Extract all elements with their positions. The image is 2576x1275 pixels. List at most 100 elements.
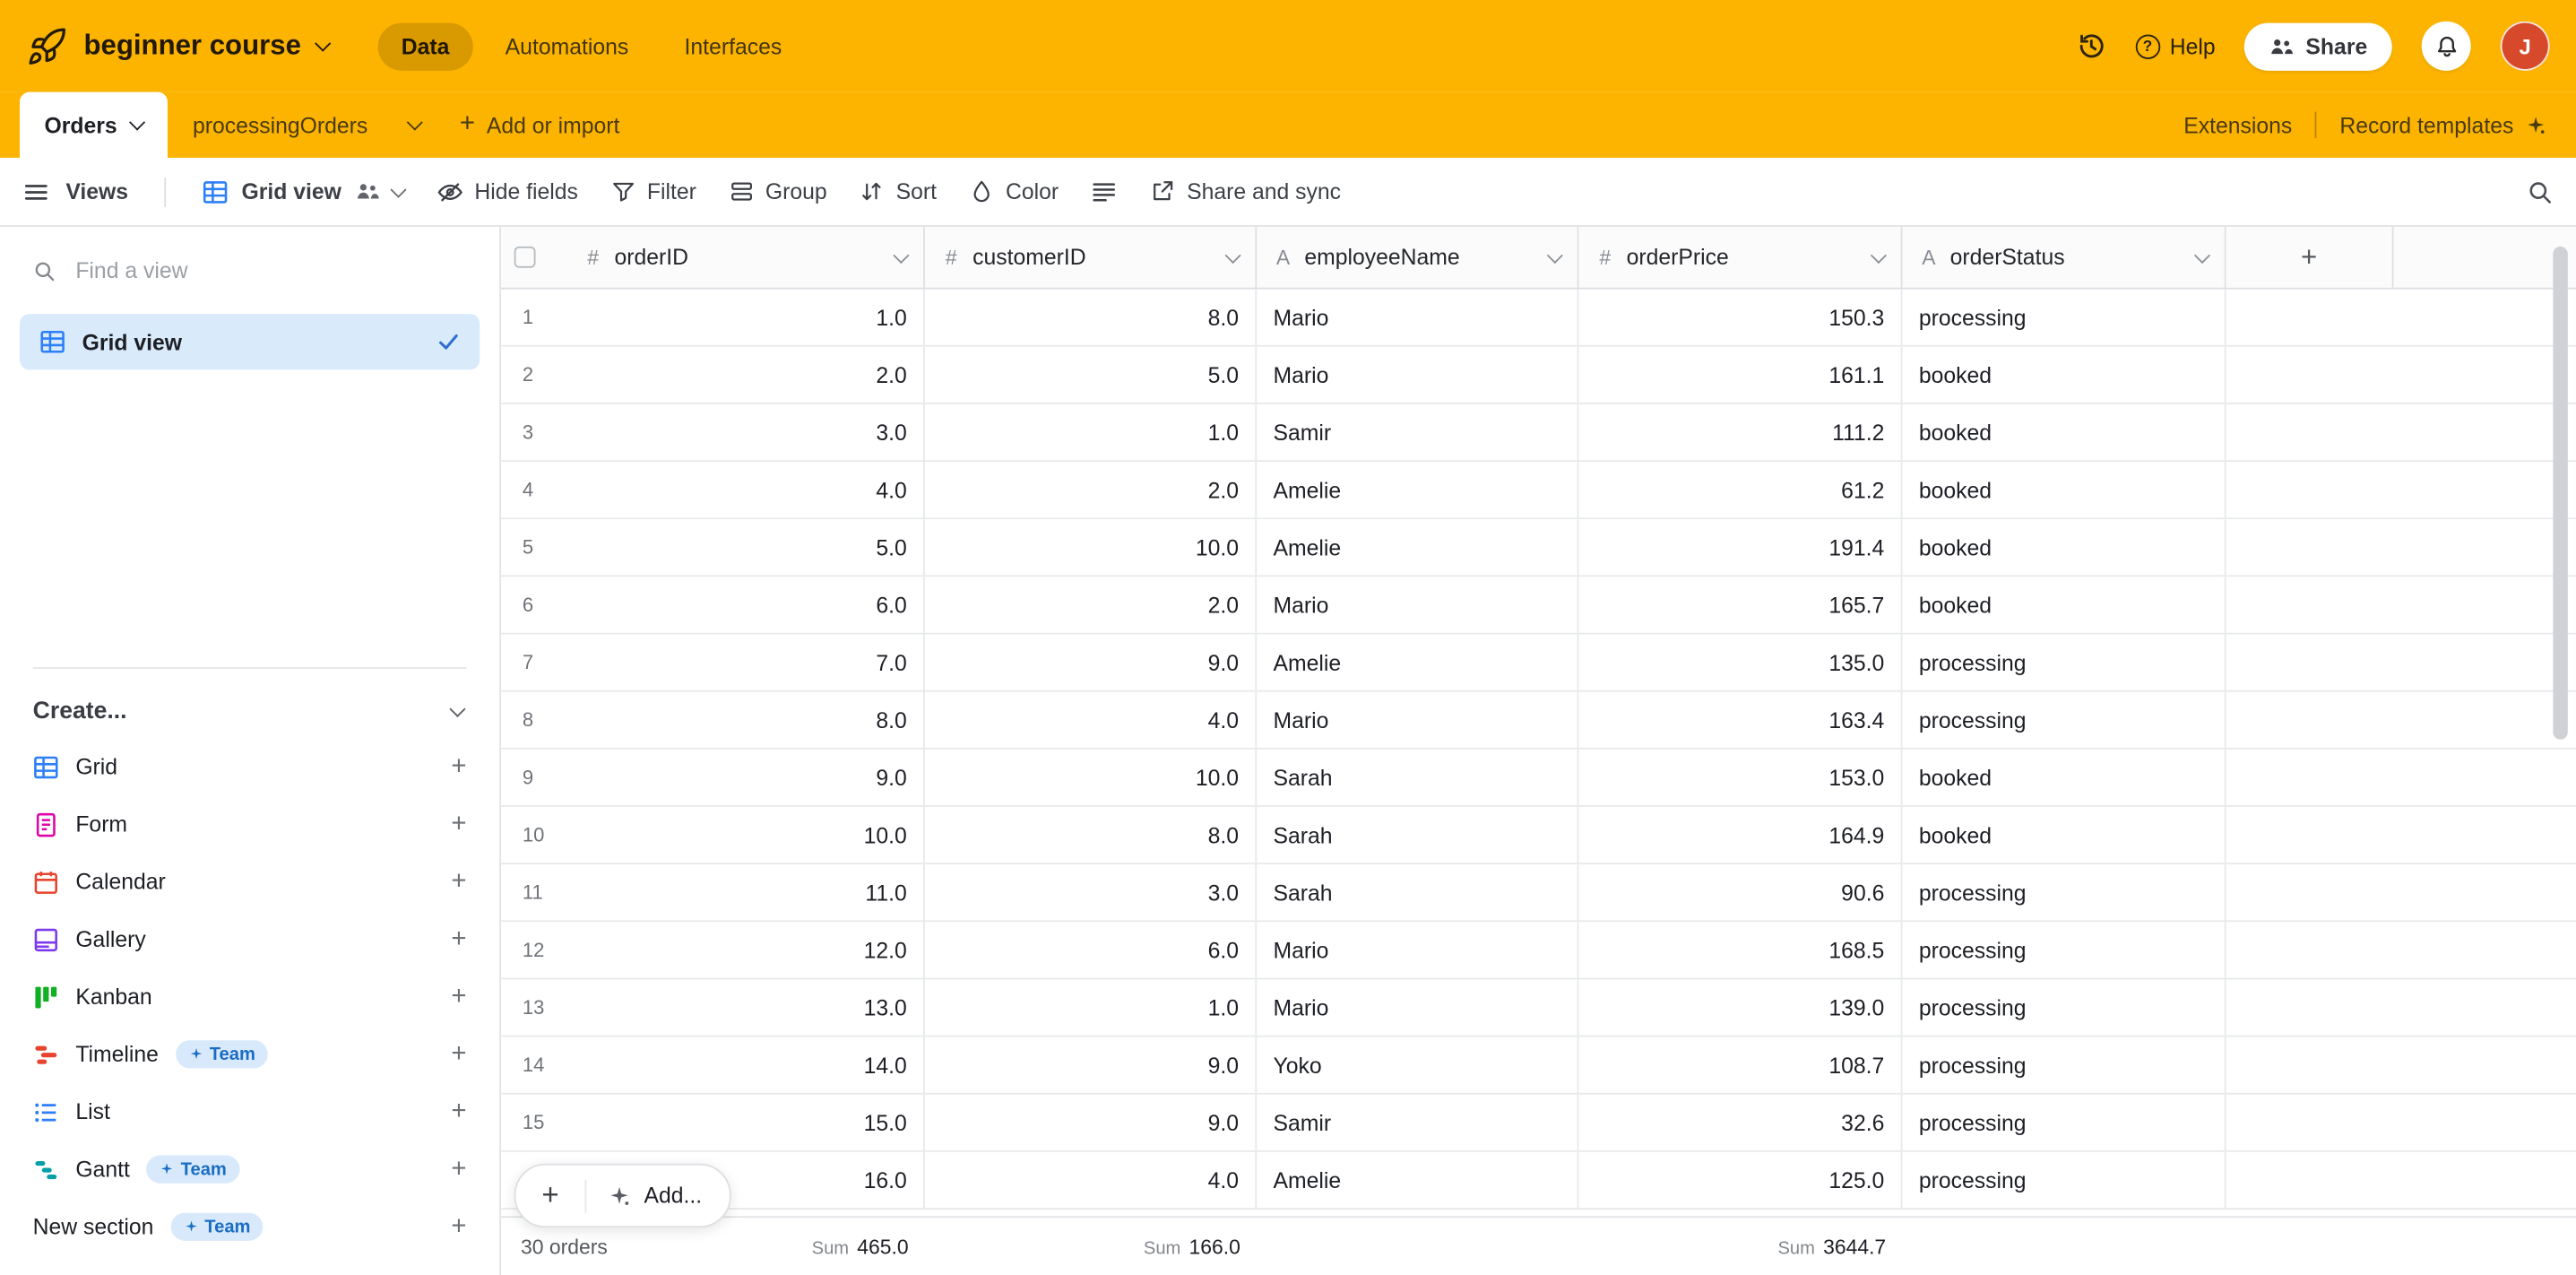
create-view-item-gallery[interactable]: Gallery + — [33, 910, 467, 967]
add-view-button[interactable]: + — [451, 926, 466, 952]
sum-orderid[interactable]: Sum 465.0 — [812, 1235, 909, 1258]
row-height-button[interactable] — [1092, 178, 1118, 204]
table-row[interactable]: 8 8.0 4.0 Mario 163.4 processing — [501, 692, 2576, 750]
add-view-button[interactable]: + — [451, 1156, 466, 1182]
cell[interactable]: 8.0 — [925, 290, 1257, 345]
cell[interactable]: booked — [1903, 347, 2226, 403]
column-header-customerid[interactable]: # customerID — [925, 227, 1257, 288]
cell[interactable]: processing — [1903, 1152, 2226, 1208]
cell[interactable]: 7.0 — [593, 635, 925, 690]
cell[interactable]: Amelie — [1257, 462, 1578, 517]
chevron-down-icon[interactable] — [1547, 247, 1563, 263]
help-button[interactable]: ? Help — [2135, 34, 2215, 58]
cell[interactable]: 11.0 — [593, 864, 925, 920]
table-row[interactable]: 11 11.0 3.0 Sarah 90.6 processing — [501, 864, 2576, 922]
cell[interactable]: Amelie — [1257, 519, 1578, 575]
nav-tab-interfaces[interactable]: Interfaces — [661, 22, 805, 70]
cell[interactable]: 3.0 — [593, 404, 925, 460]
cell[interactable]: 4.0 — [925, 1152, 1257, 1208]
create-view-item-list[interactable]: List + — [33, 1083, 467, 1141]
cell[interactable]: 15.0 — [593, 1095, 925, 1150]
cell[interactable]: 3.0 — [925, 864, 1257, 920]
create-view-item-form[interactable]: Form + — [33, 795, 467, 853]
cell[interactable]: 2.0 — [925, 577, 1257, 632]
extensions-button[interactable]: Extensions — [2183, 113, 2292, 137]
sidebar-view-grid-view[interactable]: Grid view — [20, 314, 480, 369]
cell[interactable]: 4.0 — [925, 692, 1257, 748]
cell[interactable]: 9.0 — [925, 635, 1257, 690]
column-header-orderprice[interactable]: # orderPrice — [1578, 227, 1902, 288]
cell[interactable]: booked — [1903, 807, 2226, 863]
create-view-item-calendar[interactable]: Calendar + — [33, 853, 467, 910]
cell[interactable]: 4.0 — [593, 462, 925, 517]
cell[interactable]: Mario — [1257, 979, 1578, 1035]
add-view-button[interactable]: + — [451, 753, 466, 779]
column-header-orderstatus[interactable]: A orderStatus — [1903, 227, 2226, 288]
cell[interactable]: Mario — [1257, 290, 1578, 345]
cell[interactable]: Sarah — [1257, 807, 1578, 863]
cell[interactable]: 5.0 — [593, 519, 925, 575]
cell[interactable]: Sarah — [1257, 864, 1578, 920]
nav-tab-automations[interactable]: Automations — [482, 22, 652, 70]
cell[interactable]: 90.6 — [1578, 864, 1902, 920]
cell[interactable]: booked — [1903, 519, 2226, 575]
table-row[interactable]: 13 13.0 1.0 Mario 139.0 processing — [501, 979, 2576, 1036]
table-row[interactable]: 10 10.0 8.0 Sarah 164.9 booked — [501, 807, 2576, 864]
select-all-checkbox[interactable] — [514, 247, 536, 268]
cell[interactable]: 9.0 — [593, 750, 925, 805]
cell[interactable]: 153.0 — [1578, 750, 1902, 805]
create-view-item-gantt[interactable]: Gantt Team + — [33, 1141, 467, 1198]
cell[interactable]: 10.0 — [925, 750, 1257, 805]
add-view-button[interactable]: + — [451, 1041, 466, 1067]
cell[interactable]: 9.0 — [925, 1095, 1257, 1150]
cell[interactable]: processing — [1903, 290, 2226, 345]
chevron-down-icon[interactable] — [1871, 247, 1887, 263]
hide-fields-button[interactable]: Hide fields — [437, 178, 578, 204]
cell[interactable]: 1.0 — [925, 404, 1257, 460]
cell[interactable]: 125.0 — [1578, 1152, 1902, 1208]
group-button[interactable]: Group — [730, 179, 827, 204]
sum-customerid[interactable]: Sum 166.0 — [1144, 1235, 1240, 1258]
cell[interactable]: processing — [1903, 1095, 2226, 1150]
add-view-button[interactable]: + — [451, 869, 466, 895]
cell[interactable]: 139.0 — [1578, 979, 1902, 1035]
cell[interactable]: processing — [1903, 922, 2226, 977]
sort-button[interactable]: Sort — [860, 179, 937, 204]
cell[interactable]: Mario — [1257, 922, 1578, 977]
table-row[interactable]: 15 15.0 9.0 Samir 32.6 processing — [501, 1095, 2576, 1152]
table-row[interactable]: 16 16.0 4.0 Amelie 125.0 processing — [501, 1152, 2576, 1210]
add-with-ai-button[interactable]: Add... — [586, 1184, 730, 1208]
current-view-button[interactable]: Grid view — [203, 178, 404, 204]
record-templates-button[interactable]: Record templates — [2339, 113, 2546, 137]
views-toggle-button[interactable]: Views — [23, 178, 128, 204]
cell[interactable]: processing — [1903, 635, 2226, 690]
table-tab-orders[interactable]: Orders — [20, 92, 168, 158]
cell[interactable]: 9.0 — [925, 1037, 1257, 1093]
cell[interactable]: 168.5 — [1578, 922, 1902, 977]
chevron-down-icon[interactable] — [893, 247, 909, 263]
cell[interactable]: 163.4 — [1578, 692, 1902, 748]
table-row[interactable]: 5 5.0 10.0 Amelie 191.4 booked — [501, 519, 2576, 577]
sum-orderprice[interactable]: Sum 3644.7 — [1777, 1235, 1886, 1258]
cell[interactable]: booked — [1903, 404, 2226, 460]
cell[interactable]: processing — [1903, 1037, 2226, 1093]
share-and-sync-button[interactable]: Share and sync — [1151, 179, 1341, 204]
chevron-down-icon[interactable] — [1225, 247, 1241, 263]
cell[interactable]: Mario — [1257, 692, 1578, 748]
cell[interactable]: 164.9 — [1578, 807, 1902, 863]
cell[interactable]: 8.0 — [593, 692, 925, 748]
vertical-scrollbar[interactable] — [2553, 247, 2567, 740]
cell[interactable]: 135.0 — [1578, 635, 1902, 690]
search-records-button[interactable] — [2527, 178, 2553, 204]
add-field-button[interactable]: + — [2226, 227, 2394, 288]
history-icon[interactable] — [2076, 31, 2105, 61]
table-row[interactable]: 2 2.0 5.0 Mario 161.1 booked — [501, 347, 2576, 404]
cell[interactable]: 14.0 — [593, 1037, 925, 1093]
cell[interactable]: Mario — [1257, 347, 1578, 403]
add-record-button[interactable]: + — [516, 1178, 585, 1212]
cell[interactable]: processing — [1903, 979, 2226, 1035]
cell[interactable]: 61.2 — [1578, 462, 1902, 517]
cell[interactable]: processing — [1903, 692, 2226, 748]
add-or-import-button[interactable]: + Add or import — [437, 92, 643, 158]
table-row[interactable]: 14 14.0 9.0 Yoko 108.7 processing — [501, 1037, 2576, 1095]
